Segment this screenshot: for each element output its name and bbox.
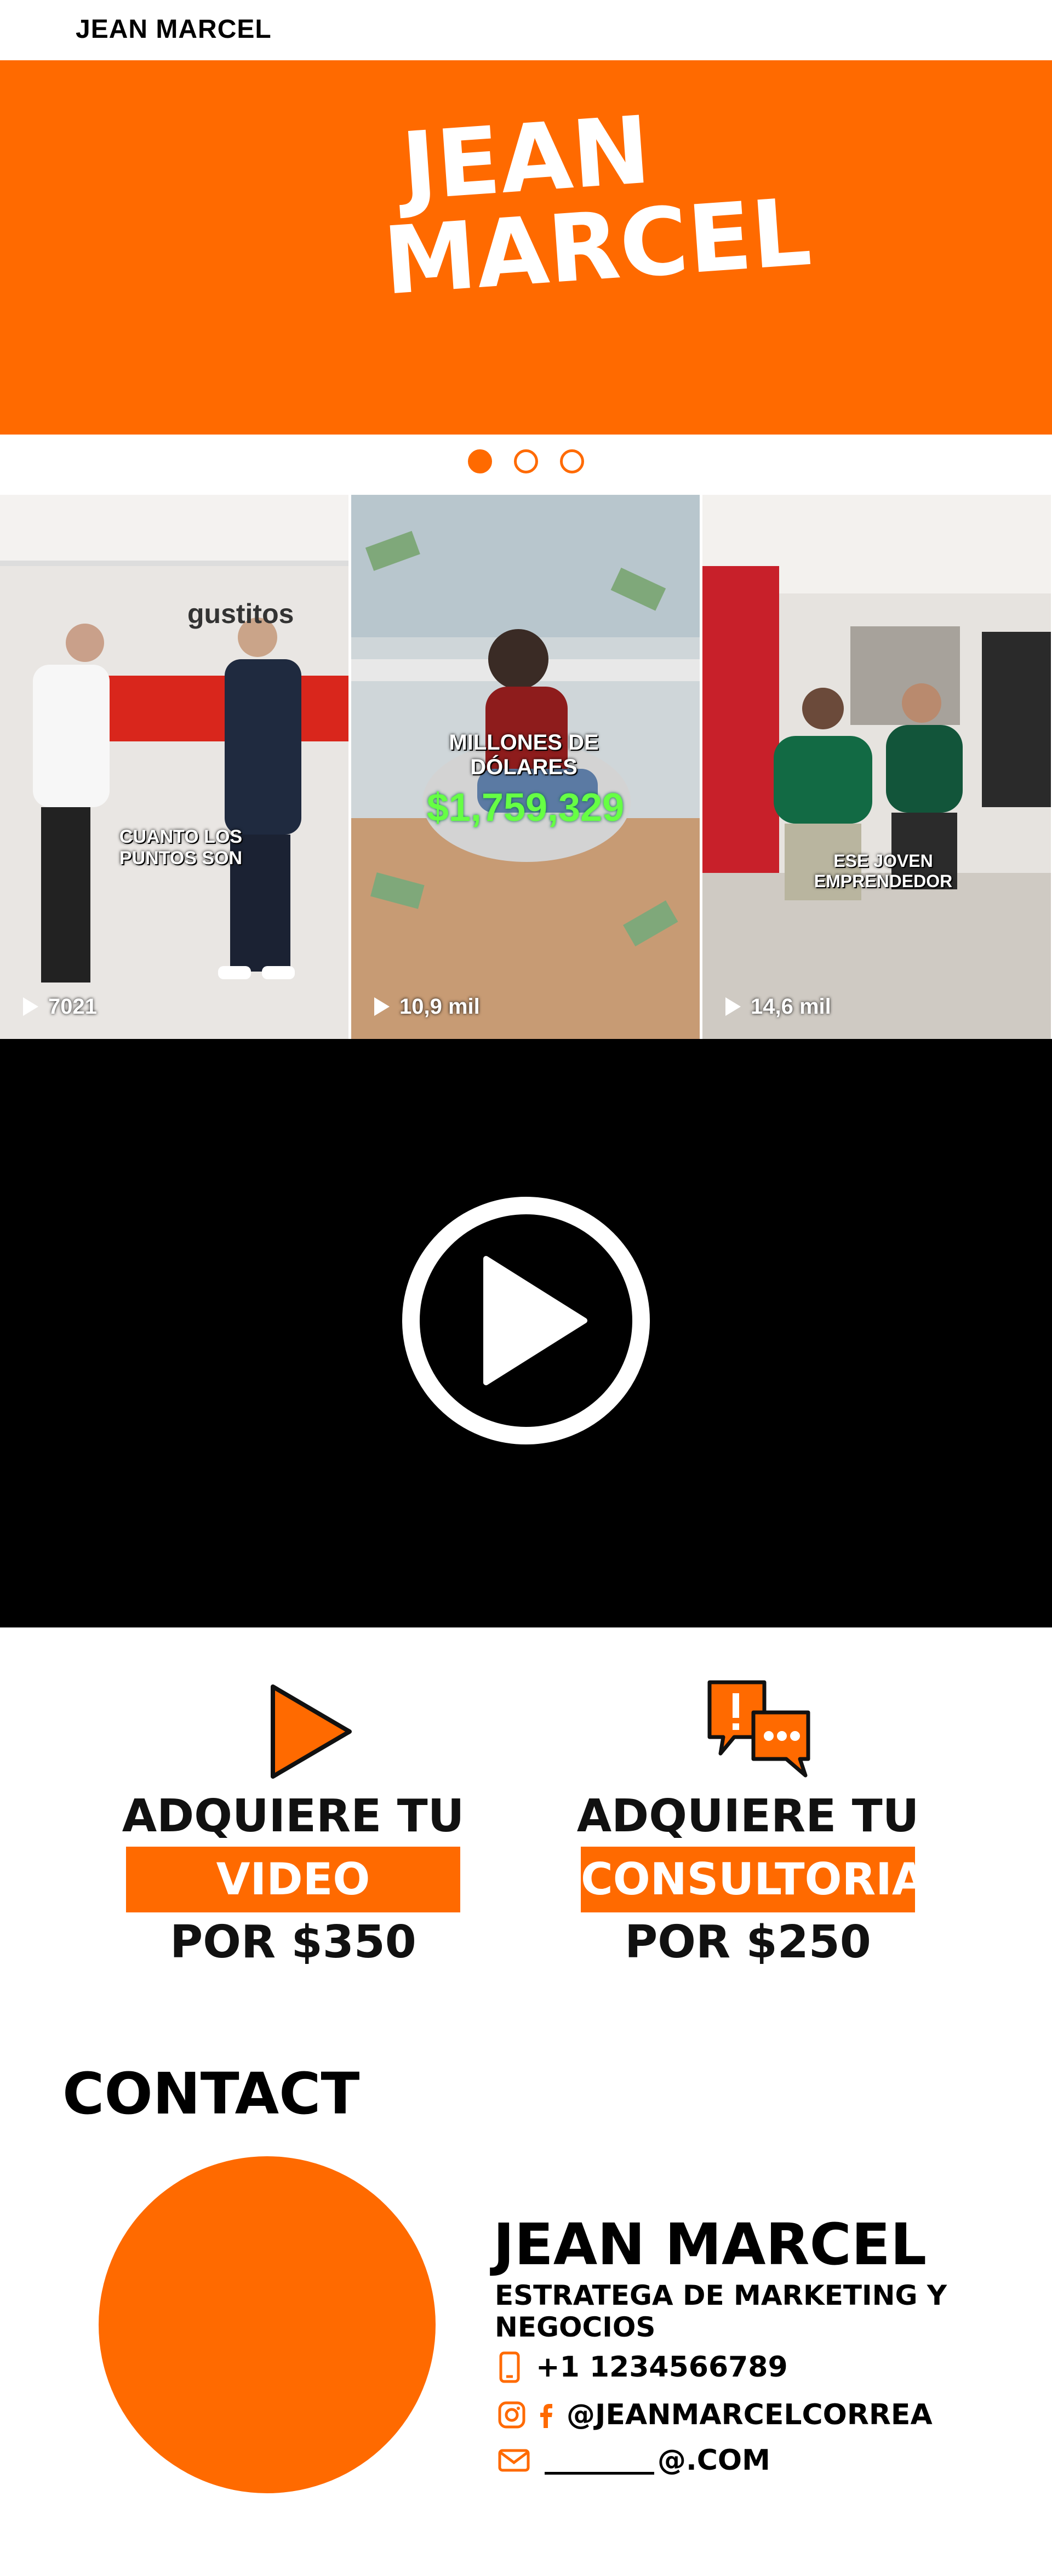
offer-video-price: POR $350	[170, 1916, 416, 1968]
tile-3-views: 14,6 mil	[725, 995, 831, 1019]
offer-consultoria-highlight[interactable]: CONSULTORIA	[581, 1847, 926, 1912]
tile-1-sign-text: gustitos	[187, 598, 294, 629]
tile-1-views: 7021	[23, 995, 97, 1019]
offer-video-icon-wrap	[118, 1677, 468, 1786]
logo-line-2: MARCEL	[380, 178, 815, 316]
contact-title: CONTACT	[62, 2060, 360, 2127]
top-bar: JEAN MARCEL	[0, 0, 1052, 60]
tile-1-image	[0, 495, 348, 1039]
play-triangle-icon	[271, 1684, 352, 1779]
phone-icon	[499, 2351, 520, 2383]
carousel-dots	[0, 449, 1052, 476]
contact-role: ESTRATEGA DE MARKETING Y NEGOCIOS	[495, 2280, 947, 2343]
offer-video[interactable]: ADQUIERE TU VIDEO POR $350	[118, 1677, 468, 1973]
tile-2-views: 10,9 mil	[374, 995, 480, 1019]
play-small-icon	[725, 997, 741, 1016]
tile-2-money: $1,759,329	[426, 786, 625, 830]
carousel-dot-2[interactable]	[514, 449, 538, 473]
contact-email-row[interactable]: @.COM	[498, 2441, 770, 2480]
gallery-tile-3[interactable]: ESE JOVEN EMPRENDEDOR 14,6 mil	[702, 495, 1051, 1039]
offer-video-highlight[interactable]: VIDEO	[126, 1847, 460, 1912]
tile-1-caption: CUANTO LOS PUNTOS SON	[119, 826, 243, 869]
tile-3-views-count: 14,6 mil	[751, 995, 831, 1019]
offer-consultoria-price: POR $250	[625, 1916, 871, 1968]
play-small-icon	[374, 997, 390, 1016]
offers-section: ADQUIERE TU VIDEO POR $350 ADQUIERE TU C…	[0, 1677, 1052, 2006]
hero-banner: JEAN MARCEL	[0, 60, 1052, 435]
contact-phone-row[interactable]: +1 1234566789	[498, 2348, 788, 2386]
avatar	[99, 2156, 436, 2493]
offer-consultoria-icon-wrap	[573, 1677, 923, 1786]
tile-3-caption: ESE JOVEN EMPRENDEDOR	[814, 851, 953, 891]
facebook-icon[interactable]	[538, 2401, 554, 2429]
tile-2-views-count: 10,9 mil	[399, 995, 480, 1019]
play-small-icon	[23, 997, 38, 1016]
offer-video-line1: ADQUIERE TU	[122, 1790, 465, 1842]
carousel-dot-3[interactable]	[560, 449, 585, 473]
video-gallery: gustitos CUANTO LOS PUNTOS SON 7021 MILL…	[0, 495, 1052, 1039]
offer-consultoria[interactable]: ADQUIERE TU CONSULTORIA POR $250	[573, 1677, 926, 1973]
gallery-tile-2[interactable]: MILLONES DE DÓLARES $1,759,329 10,9 mil	[351, 495, 700, 1039]
contact-name: JEAN MARCEL	[493, 2211, 927, 2278]
tile-1-views-count: 7021	[48, 995, 97, 1019]
contact-phone[interactable]: +1 1234566789	[536, 2351, 788, 2384]
chat-bubbles-icon	[707, 1680, 810, 1778]
tile-2-caption: MILLONES DE DÓLARES	[449, 730, 599, 779]
offer-consultoria-line1: ADQUIERE TU	[576, 1790, 919, 1842]
email-blank-line	[545, 2447, 654, 2475]
brand-logo: JEAN MARCEL	[380, 96, 815, 386]
instagram-icon[interactable]	[498, 2401, 526, 2429]
contact-social-row[interactable]: @JEANMARCELCORREA	[498, 2396, 933, 2434]
carousel-dot-1[interactable]	[467, 449, 492, 473]
contact-email[interactable]: @.COM	[658, 2444, 770, 2477]
play-button-icon[interactable]	[398, 1193, 654, 1448]
contact-social[interactable]: @JEANMARCELCORREA	[567, 2398, 933, 2431]
site-name[interactable]: JEAN MARCEL	[76, 14, 272, 44]
tile-3-image	[702, 495, 1051, 1039]
mail-icon	[498, 2449, 530, 2472]
video-player[interactable]	[0, 1039, 1052, 1627]
gallery-tile-1[interactable]: gustitos CUANTO LOS PUNTOS SON 7021	[0, 495, 348, 1039]
